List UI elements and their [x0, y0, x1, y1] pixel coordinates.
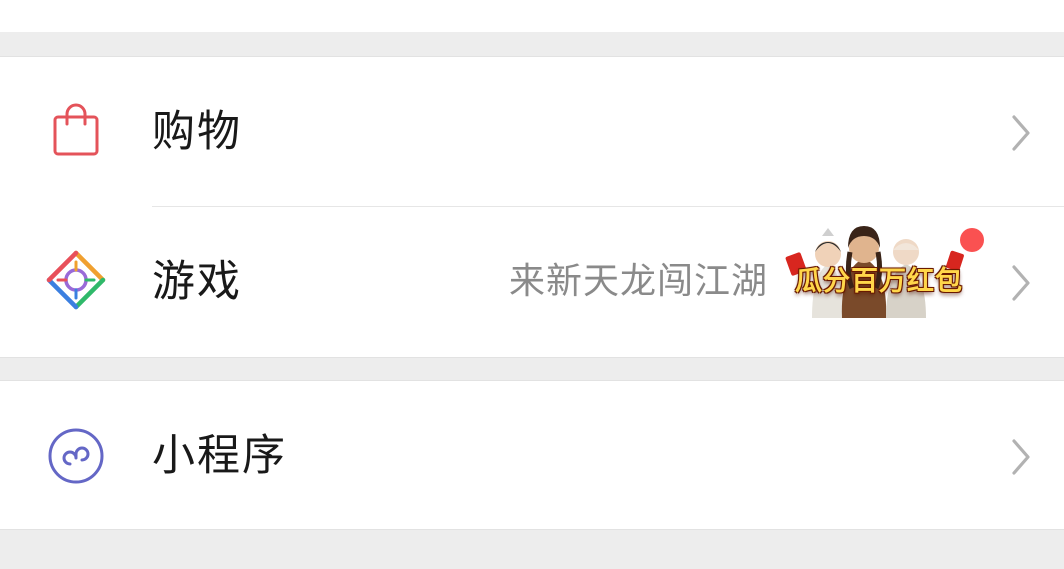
mini-programs-label: 小程序	[152, 431, 287, 481]
games-diamond-icon	[46, 250, 106, 310]
chevron-right-icon	[1006, 113, 1036, 153]
shopping-bag-icon	[46, 100, 106, 160]
mini-program-icon	[46, 426, 106, 486]
previous-section-strip	[0, 0, 1064, 32]
banner-text: 瓜分百万红包	[795, 266, 963, 297]
chevron-right-icon	[1006, 437, 1036, 477]
notification-dot	[960, 228, 984, 252]
games-label: 游戏	[152, 257, 242, 307]
games-promo-text: 来新天龙闯江湖	[508, 261, 768, 302]
chevron-right-icon	[1006, 263, 1036, 303]
shopping-label: 购物	[152, 107, 242, 157]
game-promo-banner[interactable]: 瓜分百万红包	[782, 178, 982, 326]
menu-group-mini-programs: 小程序	[0, 380, 1064, 530]
menu-item-mini-programs[interactable]: 小程序	[0, 381, 1064, 531]
discover-page: 购物 游戏 来新天龙闯江湖 瓜分百万红包 小程序	[0, 0, 1064, 569]
